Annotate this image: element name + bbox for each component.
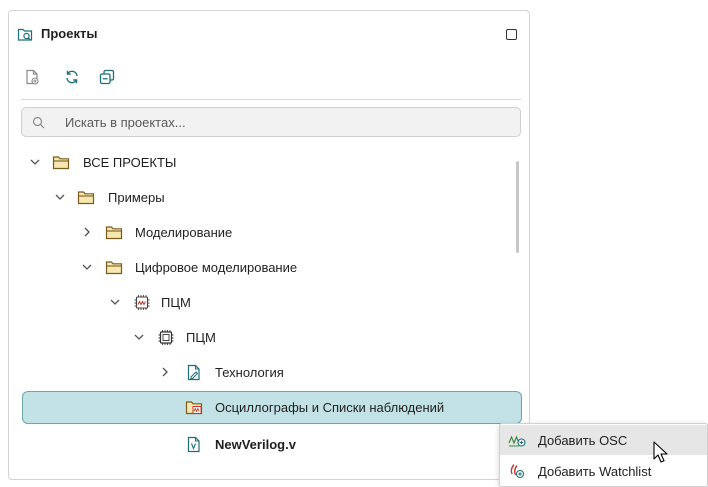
- tree-item-label: ВСЕ ПРОЕКТЫ: [83, 155, 177, 170]
- tree-item-scopes-watchlists[interactable]: Осциллографы и Списки наблюдений: [9, 391, 529, 426]
- projects-panel: Проекты Искать в проектах... ВСЕ ПРОЕКТЫ…: [8, 10, 530, 480]
- toolbar-divider: [21, 99, 521, 100]
- collapse-all-icon[interactable]: [98, 68, 116, 86]
- refresh-icon[interactable]: [63, 68, 81, 86]
- tree-item-label: Цифровое моделирование: [135, 260, 298, 275]
- tree-item-modeling[interactable]: Моделирование: [9, 215, 529, 250]
- search-icon: [32, 116, 45, 129]
- folder-icon: [52, 156, 70, 170]
- menu-item-label: Добавить OSC: [538, 433, 628, 448]
- project-folder-icon: [17, 28, 33, 41]
- tree-item-label: Осциллографы и Списки наблюдений: [215, 400, 445, 415]
- tree-item-label: NewVerilog.v: [215, 437, 296, 452]
- tree-item-all-projects[interactable]: ВСЕ ПРОЕКТЫ: [9, 145, 529, 180]
- panel-title: Проекты: [41, 26, 98, 41]
- new-document-icon[interactable]: [23, 68, 41, 86]
- chevron-down-icon[interactable]: [29, 156, 41, 168]
- verilog-file-icon: [187, 436, 200, 453]
- menu-item-label: Добавить Watchlist: [538, 464, 652, 479]
- add-oscilloscope-icon: [508, 435, 526, 447]
- chevron-down-icon[interactable]: [54, 191, 66, 203]
- tree-item-label: ПЦМ: [186, 330, 216, 345]
- technology-document-icon: [187, 364, 200, 381]
- maximize-icon[interactable]: [506, 29, 517, 40]
- tree-item-new-verilog[interactable]: NewVerilog.v: [9, 427, 529, 462]
- tree-item-label: ПЦМ: [161, 295, 191, 310]
- chip-icon: [158, 330, 174, 345]
- search-input[interactable]: Искать в проектах...: [21, 107, 521, 137]
- tree-item-label: Моделирование: [135, 225, 233, 240]
- menu-item-add-osc[interactable]: Добавить OSC: [500, 425, 707, 455]
- tree-item-technology[interactable]: Технология: [9, 355, 529, 390]
- tree-item-pcm-module[interactable]: ПЦМ: [9, 320, 529, 355]
- tree-item-label: Технология: [215, 365, 284, 380]
- waveform-chip-icon: [134, 295, 150, 310]
- mouse-cursor-icon: [653, 441, 668, 463]
- oscilloscope-folder-icon: [185, 401, 203, 415]
- chevron-right-icon[interactable]: [159, 366, 171, 378]
- panel-toolbar: [9, 63, 529, 97]
- chevron-right-icon[interactable]: [81, 226, 93, 238]
- menu-item-add-watchlist[interactable]: Добавить Watchlist: [500, 456, 707, 486]
- tree-item-examples[interactable]: Примеры: [9, 180, 529, 215]
- folder-icon: [77, 191, 95, 205]
- context-menu: Добавить OSC Добавить Watchlist: [499, 423, 708, 487]
- folder-icon: [105, 226, 123, 240]
- folder-icon: [105, 261, 123, 275]
- chevron-down-icon[interactable]: [81, 261, 93, 273]
- tree-scrollbar[interactable]: [516, 161, 519, 253]
- tree-item-digital-modeling[interactable]: Цифровое моделирование: [9, 250, 529, 285]
- panel-header: Проекты: [9, 11, 529, 57]
- tree-item-pcm-project[interactable]: ПЦМ: [9, 285, 529, 320]
- chevron-down-icon[interactable]: [109, 296, 121, 308]
- add-watchlist-icon: [510, 464, 525, 479]
- chevron-down-icon[interactable]: [133, 331, 145, 343]
- search-placeholder: Искать в проектах...: [65, 115, 186, 130]
- tree-item-label: Примеры: [108, 190, 165, 205]
